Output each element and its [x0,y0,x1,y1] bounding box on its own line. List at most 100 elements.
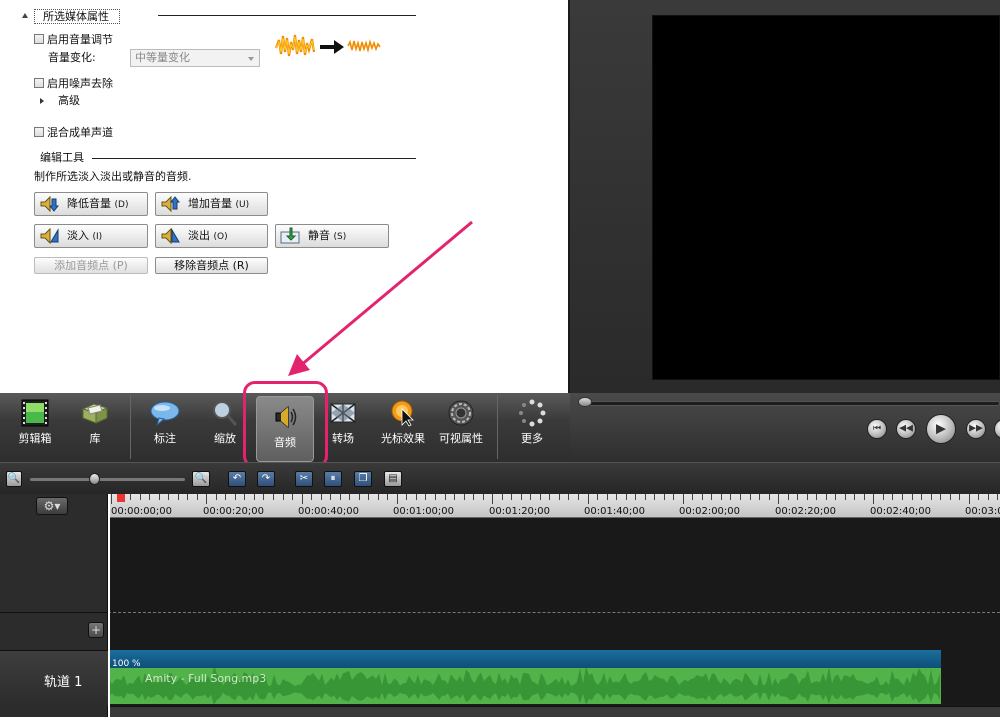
visual-properties-icon [448,400,474,426]
task-clip-bin[interactable]: 剪辑箱 [6,393,64,462]
remove-audio-point-button[interactable]: 移除音频点 (R) [155,257,268,274]
ruler-tick [587,494,589,504]
timeline-ruler[interactable]: 00:00:00;00 00:00:20;00 00:00:40;00 00:0… [108,494,1000,518]
timeline-zoom-slider[interactable] [30,478,185,481]
timeline-zoom-thumb[interactable] [89,473,100,485]
expand-arrow-icon[interactable] [40,98,44,104]
redo-icon: ↷ [261,473,271,484]
ruler-tick [968,494,970,504]
ruler-tick [196,494,198,500]
fade-out-icon [161,227,180,245]
undo-button[interactable]: ↶ [228,471,246,487]
ruler-tick [177,494,179,500]
mix-mono-checkbox[interactable]: 混合成单声道 [34,126,113,139]
add-track-button[interactable]: + [88,622,104,638]
timeline-settings-button[interactable]: ⚙▾ [36,497,68,515]
rewind-button[interactable]: ◀◀ [896,419,916,439]
ruler-tick [349,494,351,500]
ruler-tick [482,494,484,500]
volume-change-select[interactable]: 中等量变化 [130,49,260,67]
raise-volume-button[interactable]: 增加音量 (U) [155,192,268,216]
selected-media-properties-header[interactable]: 所选媒体属性 [22,9,120,24]
ruler-tick [244,494,246,500]
magnifier-minus-icon: 🔍 [7,473,21,484]
enable-noise-removal-checkbox[interactable]: 启用噪声去除 [34,77,113,90]
play-button[interactable]: ▶ [926,414,956,444]
ruler-tick [568,494,570,500]
edit-tools-description: 制作所选淡入淡出或静音的音频. [34,170,192,183]
task-cursor-effects[interactable]: 光标效果 [374,393,432,462]
section-divider [92,158,416,159]
ruler-tick [273,494,274,500]
redo-button[interactable]: ↷ [257,471,275,487]
add-audio-point-button[interactable]: 添加音频点 (P) [34,257,148,274]
track-divider [0,612,108,613]
enable-volume-checkbox[interactable]: 启用音量调节 [34,33,113,46]
skip-to-start-button[interactable]: ⏮ [867,419,887,439]
task-more[interactable]: 更多 [503,393,561,462]
ruler-tick [206,494,208,504]
ruler-tick [320,494,322,500]
ruler-label: 00:01:20;00 [489,506,551,517]
ruler-tick [158,494,160,500]
ruler-tick [139,494,141,500]
fade-in-button[interactable]: 淡入 (I) [34,224,148,248]
ruler-tick [940,494,942,500]
timeline-horizontal-scrollbar[interactable] [108,706,1000,717]
ruler-label: 00:01:00;00 [393,506,455,517]
ruler-tick [492,494,494,504]
ruler-tick [930,494,932,500]
ruler-label: 00:02:00;00 [679,506,741,517]
task-visual-properties[interactable]: 可视属性 [432,393,490,462]
playhead-handle[interactable] [117,494,125,502]
ruler-tick [625,494,627,500]
rewind-icon: ◀◀ [899,423,913,434]
fade-out-button[interactable]: 淡出 (O) [155,224,268,248]
playhead[interactable] [108,494,110,717]
lower-volume-button[interactable]: 降低音量 (D) [34,192,148,216]
ruler-tick [673,494,675,500]
checkbox-box[interactable] [34,78,44,88]
preview-scrubber-track[interactable] [580,401,1000,406]
checkbox-box[interactable] [34,34,44,44]
ruler-tick [854,494,856,500]
ruler-tick [282,494,284,500]
audio-properties-panel: 所选媒体属性 启用音量调节 音量变化: 中等量变化 启用噪声去除 高级 混合成单… [0,0,568,393]
ruler-tick [663,494,665,500]
zoom-in-button[interactable]: 🔍 [192,471,210,487]
gear-icon: ⚙▾ [43,499,61,513]
split-button[interactable]: ⏸ [324,471,342,487]
ruler-tick [225,494,227,500]
zoom-out-button[interactable]: 🔍 [6,471,22,487]
ruler-label: 00:02:20;00 [775,506,837,517]
task-library[interactable]: 库 [66,393,124,462]
ruler-tick [816,494,818,500]
ruler-tick [425,494,427,500]
ruler-tick [539,494,541,500]
ruler-tick [377,494,379,500]
cut-button[interactable]: ✂ [295,471,313,487]
copy-button[interactable]: ❐ [354,471,372,487]
task-callouts[interactable]: 标注 [136,393,194,462]
silence-button[interactable]: 静音 (S) [275,224,389,248]
clip-volume-band[interactable] [109,650,941,668]
audio-clip[interactable]: 100 % Amity - Full Song.mp3 [109,650,941,704]
scissors-icon: ✂ [299,473,309,484]
ruler-tick [778,494,780,504]
ruler-tick [797,494,799,500]
ruler-tick [187,494,189,500]
ruler-tick [292,494,294,500]
paste-button[interactable]: ▤ [384,471,402,487]
fast-forward-button[interactable]: ▶▶ [966,419,986,439]
checkbox-box[interactable] [34,127,44,137]
ruler-tick [644,494,646,500]
preview-scrubber-thumb[interactable] [578,397,592,407]
preview-canvas[interactable] [652,15,1000,380]
raise-volume-icon [161,195,180,213]
fade-in-icon [40,227,59,245]
play-icon: ▶ [936,421,946,437]
plus-icon: + [90,623,102,637]
advanced-expander[interactable]: 高级 [40,94,80,107]
volume-change-label: 音量变化: [48,51,96,64]
collapse-triangle-icon[interactable] [22,13,28,18]
